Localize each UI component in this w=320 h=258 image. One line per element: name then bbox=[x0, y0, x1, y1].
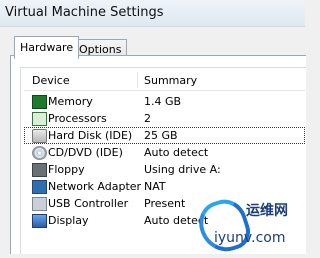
device-summary: Present bbox=[144, 197, 186, 210]
device-summary: 2 bbox=[144, 112, 151, 125]
device-row-cd-dvd[interactable]: CD/DVD (IDE) Auto detect bbox=[24, 144, 305, 161]
device-summary: 25 GB bbox=[144, 129, 178, 142]
device-summary: Using drive A: bbox=[144, 163, 221, 176]
processor-icon bbox=[32, 112, 47, 126]
usb-controller-icon bbox=[32, 197, 47, 211]
display-icon bbox=[32, 214, 47, 228]
device-name: Display bbox=[48, 214, 89, 227]
device-name: Network Adapter bbox=[48, 180, 142, 193]
device-row-memory[interactable]: Memory 1.4 GB bbox=[24, 93, 305, 110]
memory-chip-icon bbox=[32, 95, 47, 109]
device-name: Floppy bbox=[48, 163, 85, 176]
site-watermark: 运维网 iyunv.com bbox=[193, 193, 305, 258]
watermark-brand: 运维网 bbox=[246, 203, 288, 219]
hard-disk-icon bbox=[32, 129, 47, 143]
column-divider[interactable] bbox=[137, 72, 138, 88]
device-summary: NAT bbox=[144, 180, 166, 193]
column-header-device[interactable]: Device bbox=[32, 74, 70, 87]
device-row-network-adapter[interactable]: Network Adapter NAT bbox=[24, 178, 305, 195]
cd-dvd-icon bbox=[32, 146, 47, 160]
device-row-processors[interactable]: Processors 2 bbox=[24, 110, 305, 127]
device-row-floppy[interactable]: Floppy Using drive A: bbox=[24, 161, 305, 178]
floppy-icon bbox=[32, 163, 47, 177]
window-title: Virtual Machine Settings bbox=[5, 5, 164, 20]
tab-hardware[interactable]: Hardware bbox=[14, 36, 80, 59]
device-row-hard-disk[interactable]: Hard Disk (IDE) 25 GB bbox=[24, 127, 305, 144]
window-titlebar: Virtual Machine Settings bbox=[0, 0, 305, 27]
device-table-header: Device Summary bbox=[24, 70, 305, 91]
device-name: Hard Disk (IDE) bbox=[48, 129, 133, 142]
device-summary: Auto detect bbox=[144, 146, 209, 159]
device-summary: 1.4 GB bbox=[144, 95, 182, 108]
watermark-url: iyunv.com bbox=[214, 230, 286, 246]
column-header-summary[interactable]: Summary bbox=[144, 74, 197, 87]
network-adapter-icon bbox=[32, 180, 47, 194]
device-name: Memory bbox=[48, 95, 93, 108]
device-name: CD/DVD (IDE) bbox=[48, 146, 123, 159]
device-name: Processors bbox=[48, 112, 107, 125]
device-name: USB Controller bbox=[48, 197, 129, 210]
